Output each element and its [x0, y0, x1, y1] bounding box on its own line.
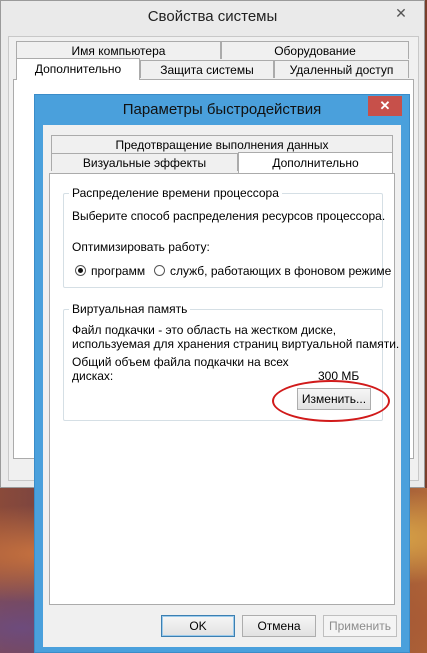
tab-computer-name[interactable]: Имя компьютера [16, 41, 221, 59]
cancel-button[interactable]: Отмена [242, 615, 316, 637]
tab-system-protection[interactable]: Защита системы [140, 60, 274, 78]
tab-advanced-dialog[interactable]: Дополнительно [238, 152, 393, 173]
vm-group-legend: Виртуальная память [69, 302, 191, 316]
tab-remote-access[interactable]: Удаленный доступ [274, 60, 409, 78]
dialog-close-button[interactable]: ✕ [368, 96, 402, 116]
cpu-scheduling-group: Распределение времени процессора Выберит… [63, 186, 391, 288]
radio-background-services[interactable] [154, 265, 165, 276]
close-icon: ✕ [379, 98, 391, 113]
ok-button[interactable]: OK [161, 615, 235, 637]
dialog-title: Параметры быстродействия [122, 101, 322, 118]
tab-data-execution-prevention[interactable]: Предотвращение выполнения данных [51, 135, 393, 153]
apply-button[interactable]: Применить [323, 615, 397, 637]
change-button-highlight-oval [272, 380, 390, 422]
optimize-label: Оптимизировать работу: [72, 240, 210, 254]
tab-hardware[interactable]: Оборудование [221, 41, 409, 59]
cpu-group-legend: Распределение времени процессора [69, 186, 282, 200]
vm-description-line2: используемая для хранения страниц виртуа… [72, 337, 400, 351]
tab-visual-effects[interactable]: Визуальные эффекты [51, 153, 238, 171]
radio-programs-label[interactable]: программ [91, 264, 145, 278]
tab-advanced[interactable]: Дополнительно [16, 58, 140, 80]
radio-programs[interactable] [75, 265, 86, 276]
system-properties-title: Свойства системы [147, 8, 278, 25]
system-properties-close-icon[interactable]: ✕ [386, 3, 416, 23]
performance-options-dialog: Параметры быстродействия ✕ Предотвращени… [34, 94, 410, 653]
cpu-description: Выберите способ распределения ресурсов п… [72, 209, 386, 223]
vm-total-label-line2: дисках: [72, 369, 114, 383]
radio-background-services-label[interactable]: служб, работающих в фоновом режиме [170, 264, 391, 278]
vm-description-line1: Файл подкачки - это область на жестком д… [72, 323, 337, 337]
vm-total-label-line1: Общий объем файла подкачки на всех [72, 355, 289, 369]
